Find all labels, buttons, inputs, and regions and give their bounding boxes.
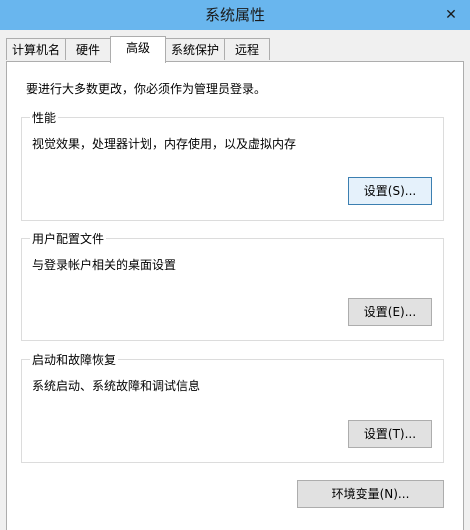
tab-computer-name[interactable]: 计算机名 xyxy=(6,38,66,60)
title-bar: 系统属性 ✕ xyxy=(0,0,470,30)
window-title: 系统属性 xyxy=(204,6,265,24)
performance-title: 性能 xyxy=(30,109,59,126)
startup-recovery-title: 启动和故障恢复 xyxy=(30,351,119,368)
close-icon[interactable]: ✕ xyxy=(438,4,464,26)
startup-recovery-settings-button[interactable]: 设置(T)... xyxy=(348,420,432,448)
performance-group: 性能 视觉效果，处理器计划，内存使用，以及虚拟内存 xyxy=(21,109,444,221)
performance-description: 视觉效果，处理器计划，内存使用，以及虚拟内存 xyxy=(32,137,297,151)
tab-system-protection[interactable]: 系统保护 xyxy=(165,38,225,60)
tab-strip: 计算机名 硬件 高级 系统保护 远程 xyxy=(6,36,464,63)
tab-remote[interactable]: 远程 xyxy=(224,38,270,60)
performance-settings-button[interactable]: 设置(S)... xyxy=(348,177,432,205)
admin-notice: 要进行大多数更改，你必须作为管理员登录。 xyxy=(26,82,267,96)
user-profiles-description: 与登录帐户相关的桌面设置 xyxy=(32,258,177,272)
user-profiles-title: 用户配置文件 xyxy=(30,230,107,247)
environment-variables-button[interactable]: 环境变量(N)... xyxy=(297,480,444,508)
tab-advanced[interactable]: 高级 xyxy=(110,36,166,63)
startup-recovery-description: 系统启动、系统故障和调试信息 xyxy=(32,379,201,393)
tab-hardware[interactable]: 硬件 xyxy=(65,38,111,60)
user-profiles-settings-button[interactable]: 设置(E)... xyxy=(348,298,432,326)
